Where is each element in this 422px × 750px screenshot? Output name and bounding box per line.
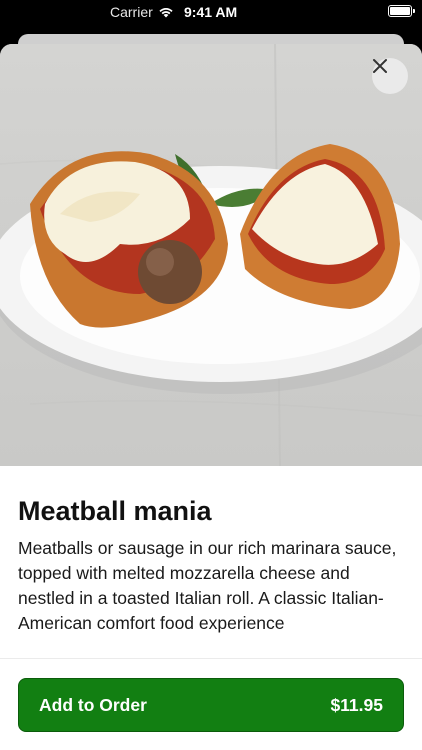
- divider: [0, 658, 422, 659]
- meatball-sub-photo: [0, 44, 422, 466]
- status-time: 9:41 AM: [184, 4, 238, 20]
- price-label: $11.95: [330, 694, 383, 715]
- add-to-order-label: Add to Order: [39, 694, 147, 715]
- carrier-label: Carrier: [110, 4, 153, 20]
- close-icon: [373, 59, 387, 73]
- item-detail-sheet: Meatball mania Meatballs or sausage in o…: [0, 44, 422, 750]
- battery-icon: [388, 5, 415, 17]
- food-illustration: [0, 44, 422, 466]
- close-button[interactable]: [372, 58, 408, 94]
- item-title: Meatball mania: [18, 496, 212, 526]
- status-bar: Carrier 9:41 AM: [0, 0, 422, 24]
- add-to-order-button[interactable]: Add to Order $11.95: [18, 678, 404, 732]
- wifi-icon: [159, 8, 173, 18]
- status-left: Carrier: [110, 4, 174, 20]
- item-description: Meatballs or sausage in our rich marinar…: [18, 538, 397, 633]
